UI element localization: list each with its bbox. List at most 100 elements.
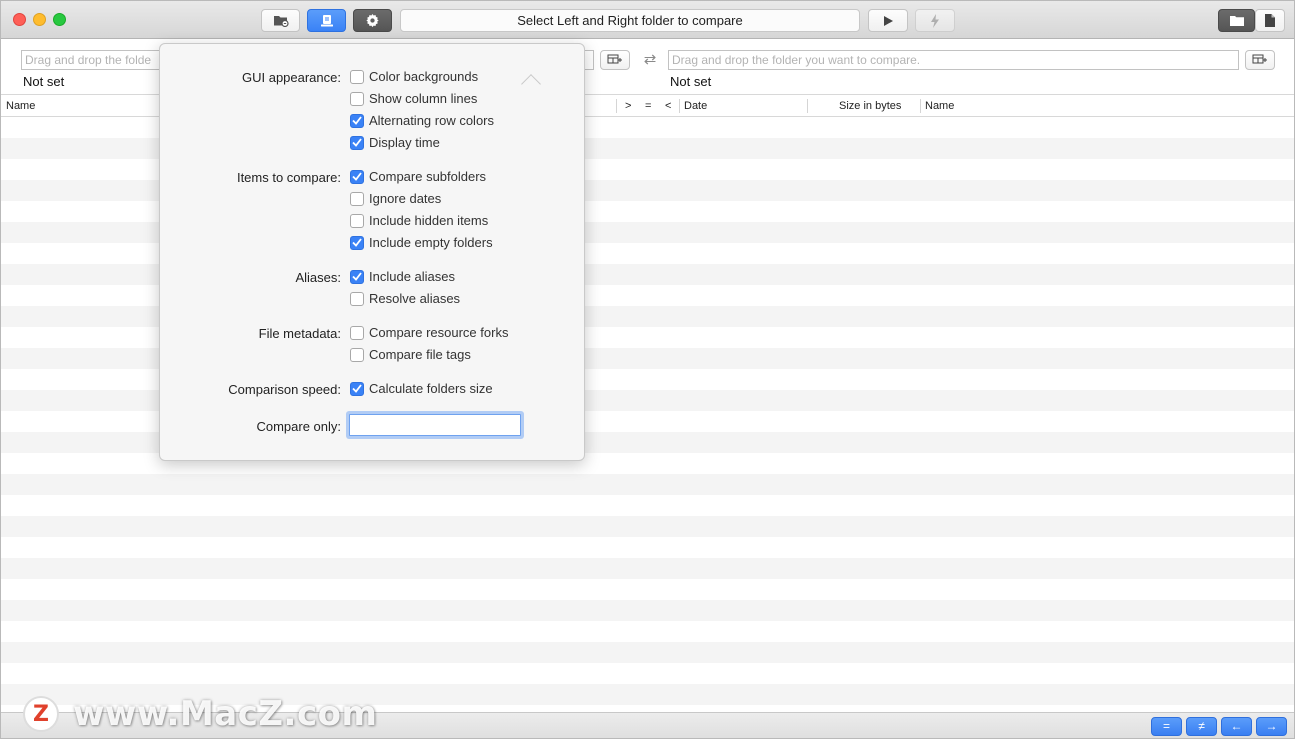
start-compare-button[interactable] <box>868 9 908 32</box>
size-column[interactable]: Size in bytes <box>839 95 901 117</box>
quick-compare-button[interactable] <box>915 9 955 32</box>
include-empty-folders-label: Include empty folders <box>369 235 493 250</box>
resolve-aliases-option[interactable]: Resolve aliases <box>350 291 460 306</box>
gui-appearance-label: GUI appearance: <box>241 70 341 85</box>
compare-mode-button[interactable] <box>307 9 346 32</box>
show-equal-button[interactable]: = <box>1151 717 1182 736</box>
checkmark-icon <box>352 172 362 181</box>
gear-icon <box>366 13 379 28</box>
show-column-lines-label: Show column lines <box>369 91 478 106</box>
toolbar: Select Left and Right folder to compare <box>1 1 1294 39</box>
column-divider <box>679 99 680 113</box>
display-time-checkbox[interactable] <box>350 135 364 150</box>
watermark-logo: Z <box>23 696 59 732</box>
ignore-dates-checkbox[interactable] <box>350 191 364 206</box>
resolve-aliases-checkbox[interactable] <box>350 291 364 306</box>
zoom-window-button[interactable] <box>53 13 66 26</box>
file-metadata-label: File metadata: <box>258 326 341 341</box>
document-stack-icon <box>320 14 333 26</box>
left-browse-button[interactable] <box>600 50 630 70</box>
close-window-button[interactable] <box>13 13 26 26</box>
list-row[interactable] <box>1 537 1294 558</box>
lightning-icon <box>931 13 939 28</box>
checkmark-icon <box>352 238 362 247</box>
right-name-column[interactable]: Name <box>925 95 954 117</box>
folder-sync-button[interactable] <box>261 9 300 32</box>
column-divider <box>807 99 808 113</box>
ignore-dates-option[interactable]: Ignore dates <box>350 191 441 206</box>
folder-icon <box>273 16 289 27</box>
date-column[interactable]: Date <box>684 95 707 117</box>
list-row[interactable] <box>1 600 1294 621</box>
list-row[interactable] <box>1 621 1294 642</box>
resolve-aliases-label: Resolve aliases <box>369 291 461 306</box>
display-time-label: Display time <box>369 135 440 150</box>
color-backgrounds-option[interactable]: Color backgrounds <box>350 69 478 84</box>
copy-to-left-button[interactable]: ← <box>1221 717 1252 736</box>
compare-resource-forks-option[interactable]: Compare resource forks <box>350 325 508 340</box>
compare-only-label: Compare only: <box>256 419 341 434</box>
play-icon <box>884 15 893 26</box>
popover-arrow <box>521 74 541 94</box>
alternating-row-colors-label: Alternating row colors <box>369 113 494 128</box>
show-different-button[interactable]: ≠ <box>1186 717 1217 736</box>
app-window: Select Left and Right folder to compare … <box>0 0 1295 739</box>
compare-file-tags-option[interactable]: Compare file tags <box>350 347 471 362</box>
list-row[interactable] <box>1 558 1294 579</box>
list-row[interactable] <box>1 579 1294 600</box>
watermark: Z www.MacZ.com <box>23 693 377 735</box>
compare-resource-forks-checkbox[interactable] <box>350 325 364 340</box>
compare-file-tags-checkbox[interactable] <box>350 347 364 362</box>
compare-subfolders-label: Compare subfolders <box>369 169 487 184</box>
status-field: Select Left and Right folder to compare <box>400 9 860 32</box>
settings-button[interactable] <box>353 9 392 32</box>
compare-subfolders-checkbox[interactable] <box>350 169 364 184</box>
calculate-folders-size-checkbox[interactable] <box>350 381 364 396</box>
list-row[interactable] <box>1 495 1294 516</box>
compare-file-tags-label: Compare file tags <box>369 347 471 362</box>
include-aliases-checkbox[interactable] <box>350 269 364 284</box>
checkmark-icon <box>352 138 362 147</box>
show-column-lines-option[interactable]: Show column lines <box>350 91 477 106</box>
equal-column[interactable]: = <box>645 95 651 117</box>
file-view-button[interactable] <box>1255 9 1285 32</box>
swap-sides-icon[interactable]: ⇄ <box>641 52 659 68</box>
show-column-lines-checkbox[interactable] <box>350 91 364 106</box>
left-name-column[interactable]: Name <box>6 95 35 117</box>
right-browse-button[interactable] <box>1245 50 1275 70</box>
include-empty-folders-option[interactable]: Include empty folders <box>350 235 493 250</box>
minimize-window-button[interactable] <box>33 13 46 26</box>
folder-icon <box>1229 16 1244 26</box>
folder-browse-icon <box>607 54 622 64</box>
folder-view-button[interactable] <box>1218 9 1255 32</box>
copy-to-right-button[interactable]: → <box>1256 717 1287 736</box>
include-empty-folders-checkbox[interactable] <box>350 235 364 250</box>
compare-subfolders-option[interactable]: Compare subfolders <box>350 169 486 184</box>
ignore-dates-label: Ignore dates <box>369 191 442 206</box>
include-aliases-label: Include aliases <box>369 269 455 284</box>
include-hidden-items-checkbox[interactable] <box>350 213 364 228</box>
folder-browse-icon <box>1252 54 1267 64</box>
color-backgrounds-label: Color backgrounds <box>369 69 479 84</box>
display-time-option[interactable]: Display time <box>350 135 440 150</box>
include-hidden-items-option[interactable]: Include hidden items <box>350 213 488 228</box>
checkmark-icon <box>352 384 362 393</box>
list-row[interactable] <box>1 516 1294 537</box>
include-aliases-option[interactable]: Include aliases <box>350 269 455 284</box>
right-path-label: Not set <box>670 74 712 89</box>
column-divider <box>616 99 617 113</box>
alternating-row-colors-checkbox[interactable] <box>350 113 364 128</box>
alternating-row-colors-option[interactable]: Alternating row colors <box>350 113 494 128</box>
newer-left-column[interactable]: > <box>625 95 631 117</box>
aliases-label: Aliases: <box>295 270 341 285</box>
list-row[interactable] <box>1 663 1294 684</box>
comparison-speed-label: Comparison speed: <box>228 382 341 397</box>
list-row[interactable] <box>1 642 1294 663</box>
color-backgrounds-checkbox[interactable] <box>350 69 364 84</box>
newer-right-column[interactable]: < <box>665 95 671 117</box>
include-hidden-items-label: Include hidden items <box>369 213 489 228</box>
list-row[interactable] <box>1 474 1294 495</box>
calculate-folders-size-option[interactable]: Calculate folders size <box>350 381 493 396</box>
compare-only-input[interactable] <box>349 414 521 436</box>
right-folder-input[interactable]: Drag and drop the folder you want to com… <box>668 50 1239 70</box>
